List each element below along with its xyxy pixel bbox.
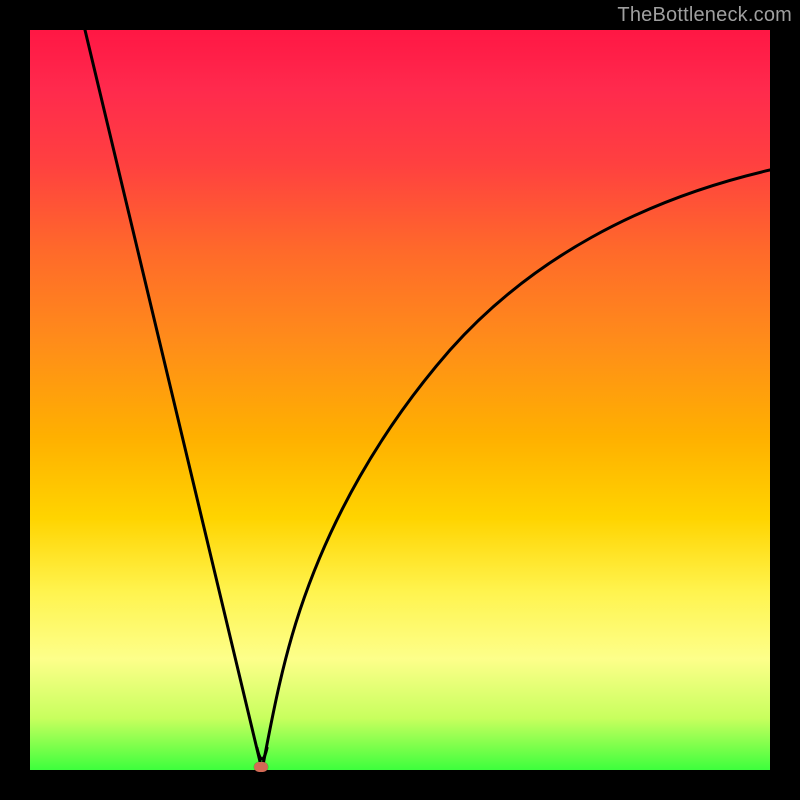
plot-area	[30, 30, 770, 770]
watermark-text: TheBottleneck.com	[617, 4, 792, 27]
minimum-marker	[254, 762, 268, 772]
bottleneck-curve	[30, 30, 770, 770]
chart-frame: TheBottleneck.com	[0, 0, 800, 800]
